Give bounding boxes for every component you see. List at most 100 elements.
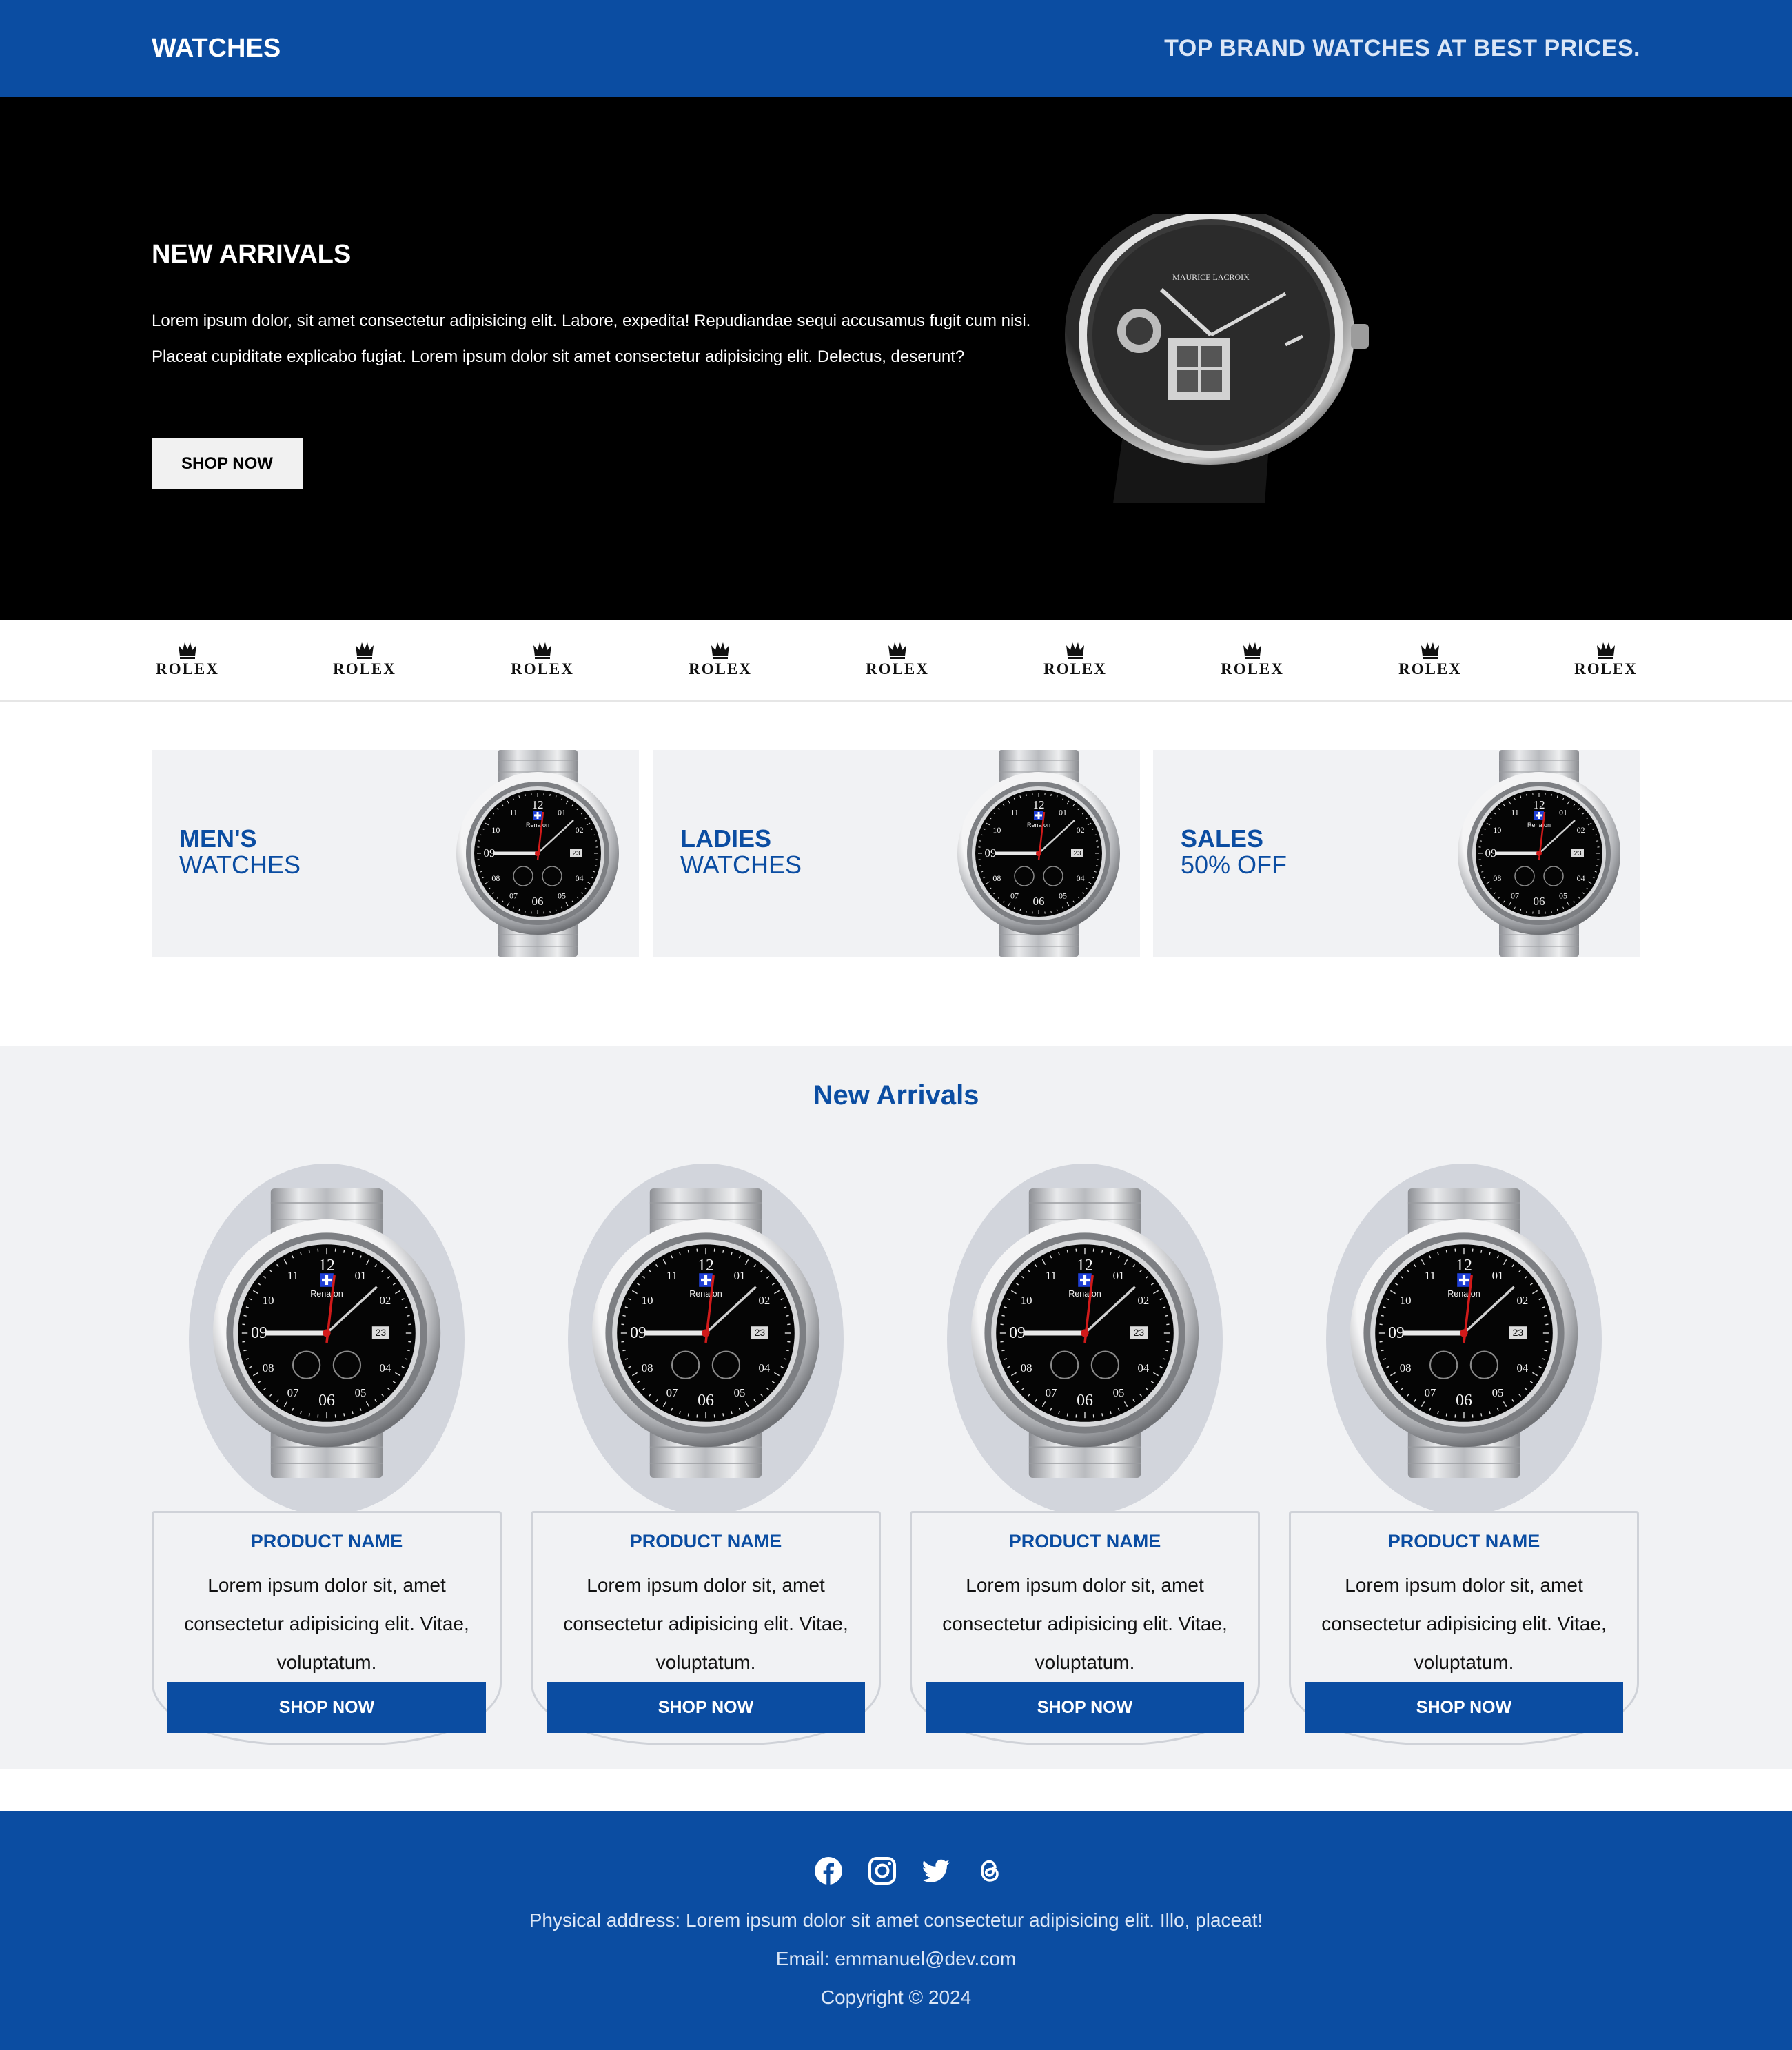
crown-icon [888, 642, 906, 659]
dial-number: 04 [1577, 873, 1585, 883]
dial-number: 05 [1492, 1386, 1504, 1399]
brand-logos-strip: ROLEX ROLEX ROLEX ROLEX ROLEX ROLEX ROLEX ROLEX… [0, 620, 1792, 702]
dial-number: 06 [698, 1392, 714, 1410]
dial-number: 07 [509, 891, 518, 901]
category-watch-image: Renaton 12 01 02 04 05 06 07 08 09 10 11 23 [1458, 750, 1620, 957]
dial-date: 23 [1134, 1327, 1145, 1338]
dial-number: 05 [734, 1386, 746, 1399]
rolex-logo[interactable]: ROLEX [1037, 641, 1113, 684]
dial-number: 02 [379, 1294, 391, 1307]
dial-number: 09 [251, 1324, 267, 1342]
product-name: PRODUCT NAME [629, 1531, 782, 1552]
product-card: Renaton 12 01 02 04 05 06 07 08 09 10 11 23 PRODUCT … [152, 1164, 502, 1749]
product-shop-now-button[interactable]: SHOP NOW [1305, 1682, 1623, 1733]
brand-logo-text: ROLEX [866, 660, 929, 678]
product-card: Renaton 12 01 02 04 05 06 07 08 09 10 11 23 PRODUCT … [531, 1164, 881, 1749]
dial-number: 11 [1046, 1269, 1057, 1282]
dial-number: 12 [1077, 1257, 1093, 1275]
top-bar: WATCHES TOP BRAND WATCHES AT BEST PRICES… [0, 0, 1792, 97]
product-card: Renaton 12 01 02 04 05 06 07 08 09 10 11 23 PRODUCT … [1289, 1164, 1639, 1749]
dial-number: 04 [1137, 1361, 1149, 1374]
dial-number: 09 [1009, 1324, 1026, 1342]
dial-brand: Renaton [1447, 1289, 1480, 1299]
dial-number: 08 [1021, 1361, 1032, 1374]
product-name: PRODUCT NAME [1008, 1531, 1161, 1552]
rolex-logo[interactable]: ROLEX [1214, 641, 1290, 684]
brand-logo-text: ROLEX [1043, 660, 1107, 678]
crown-icon [711, 642, 729, 659]
hero-text: Lorem ipsum dolor, sit amet consectetur … [152, 312, 1031, 366]
crown-icon [533, 642, 551, 659]
rolex-logo[interactable]: ROLEX [1568, 641, 1644, 684]
crown-icon [179, 642, 196, 659]
facebook-icon[interactable] [813, 1856, 844, 1886]
category-title: SALES [1181, 824, 1264, 853]
dial-brand: Renaton [1027, 822, 1050, 829]
category-sales[interactable]: SALES 50% OFF Renaton 12 01 02 04 05 06 07 08 09 1… [1153, 750, 1640, 957]
dial-number: 09 [985, 846, 997, 860]
dial-number: 08 [642, 1361, 653, 1374]
product-name: PRODUCT NAME [1387, 1531, 1540, 1552]
product-watch-image[interactable]: Renaton 12 01 02 04 05 06 07 08 09 10 11 23 [210, 1188, 444, 1478]
dial-number: 10 [992, 825, 1001, 835]
product-watch-image[interactable]: Renaton 12 01 02 04 05 06 07 08 09 10 11 23 [1347, 1188, 1581, 1478]
rolex-logo[interactable]: ROLEX [505, 641, 580, 684]
dial-number: 09 [630, 1324, 646, 1342]
site-brand[interactable]: WATCHES [152, 32, 281, 65]
rolex-logo[interactable]: ROLEX [859, 641, 935, 684]
product-watch-image[interactable]: Renaton 12 01 02 04 05 06 07 08 09 10 11 23 [589, 1188, 823, 1478]
crown-icon [1421, 642, 1439, 659]
hero-watch-brand: MAURICE LACROIX [1172, 272, 1250, 282]
dial-number: 11 [287, 1269, 298, 1282]
product-watch-image[interactable]: Renaton 12 01 02 04 05 06 07 08 09 10 11 23 [968, 1188, 1202, 1478]
category-mens-watches[interactable]: MEN'S WATCHES Renaton 12 01 02 04 05 06 07 08 09 1… [152, 750, 639, 957]
dial-number: 01 [1113, 1269, 1125, 1282]
dial-number: 07 [1511, 891, 1519, 901]
crown-icon [1597, 642, 1615, 659]
category-ladies-watches[interactable]: LADIES WATCHES Renaton 12 01 02 04 05 06 07 08 09… [653, 750, 1140, 957]
category-subtitle: WATCHES [680, 851, 802, 879]
site-tagline: TOP BRAND WATCHES AT BEST PRICES. [1164, 35, 1640, 61]
dial-number: 05 [1559, 891, 1567, 901]
product-shop-now-button[interactable]: SHOP NOW [167, 1682, 486, 1733]
rolex-logo[interactable]: ROLEX [682, 641, 758, 684]
dial-number: 08 [1493, 873, 1501, 883]
site-footer: Physical address: Lorem ipsum dolor sit … [0, 1811, 1792, 2050]
dial-number: 01 [1059, 807, 1067, 817]
product-description: Lorem ipsum dolor sit, amet consectetur … [1321, 1574, 1607, 1673]
brand-logo-text: ROLEX [689, 660, 752, 678]
crown-icon [1066, 642, 1084, 659]
crown-icon [1243, 642, 1261, 659]
new-arrivals-section: New Arrivals Renaton 12 01 02 04 05 06 07 08 09 10… [0, 1046, 1792, 1769]
rolex-logo[interactable]: ROLEX [327, 641, 403, 684]
product-shop-now-button[interactable]: SHOP NOW [926, 1682, 1244, 1733]
dial-number: 08 [491, 873, 500, 883]
product-shop-now-button[interactable]: SHOP NOW [547, 1682, 865, 1733]
product-name: PRODUCT NAME [250, 1531, 403, 1552]
dial-number: 11 [1511, 807, 1519, 817]
brand-logo-text: ROLEX [1574, 660, 1638, 678]
dial-number: 02 [1077, 825, 1085, 835]
dial-number: 12 [1033, 798, 1045, 811]
dial-number: 02 [1137, 1294, 1149, 1307]
product-description: Lorem ipsum dolor sit, amet consectetur … [942, 1574, 1228, 1673]
product-description: Lorem ipsum dolor sit, amet consectetur … [184, 1574, 469, 1673]
product-card: Renaton 12 01 02 04 05 06 07 08 09 10 11 23 PRODUCT … [910, 1164, 1260, 1749]
dial-number: 04 [576, 873, 584, 883]
footer-email[interactable]: Email: emmanuel@dev.com [0, 1945, 1792, 1973]
twitter-icon[interactable] [921, 1856, 951, 1886]
threads-icon[interactable] [975, 1856, 1005, 1886]
dial-number: 01 [734, 1269, 746, 1282]
dial-number: 01 [1492, 1269, 1504, 1282]
dial-date: 23 [755, 1327, 766, 1338]
dial-number: 12 [532, 798, 544, 811]
instagram-icon[interactable] [867, 1856, 897, 1886]
dial-brand: Renaton [689, 1289, 722, 1299]
dial-number: 06 [1033, 895, 1045, 908]
rolex-logo[interactable]: ROLEX [150, 641, 225, 684]
dial-number: 07 [666, 1386, 678, 1399]
rolex-logo[interactable]: ROLEX [1392, 641, 1468, 684]
dial-number: 12 [698, 1257, 714, 1275]
hero-shop-now-button[interactable]: SHOP NOW [152, 438, 303, 489]
dial-number: 06 [1077, 1392, 1093, 1410]
